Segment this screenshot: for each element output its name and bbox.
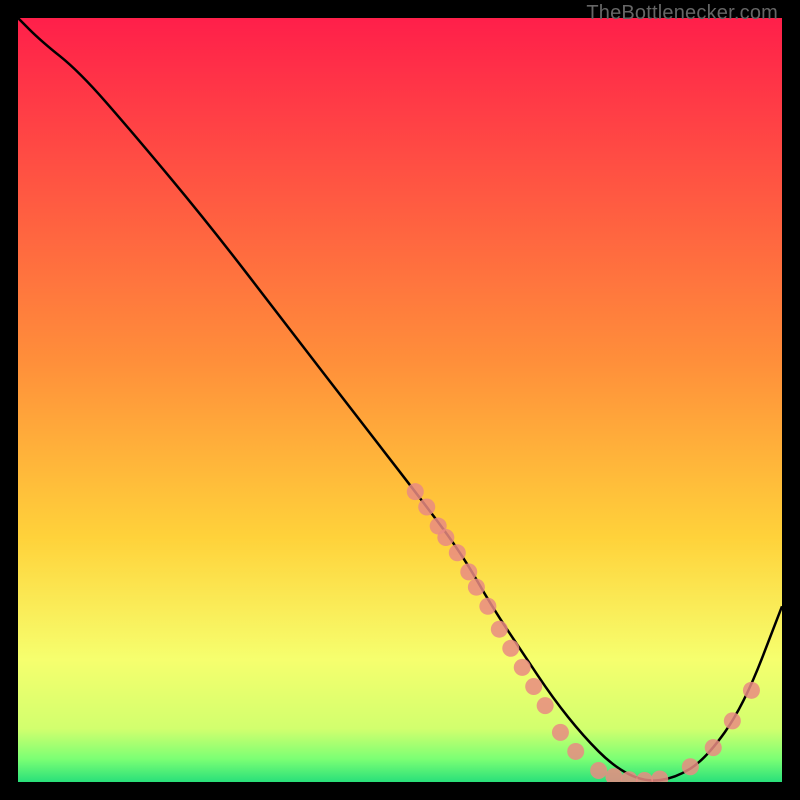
scatter-dot bbox=[590, 762, 607, 779]
scatter-dot bbox=[682, 758, 699, 775]
chart-frame bbox=[18, 18, 782, 782]
scatter-dot bbox=[502, 640, 519, 657]
scatter-dot bbox=[537, 697, 554, 714]
scatter-dot bbox=[491, 621, 508, 638]
scatter-dot bbox=[468, 579, 485, 596]
scatter-dot bbox=[525, 678, 542, 695]
scatter-dot bbox=[724, 712, 741, 729]
scatter-dot bbox=[552, 724, 569, 741]
scatter-dot bbox=[705, 739, 722, 756]
scatter-dot bbox=[437, 529, 454, 546]
scatter-dot bbox=[407, 483, 424, 500]
scatter-dot bbox=[460, 563, 477, 580]
scatter-dot bbox=[418, 498, 435, 515]
scatter-dot bbox=[743, 682, 760, 699]
scatter-dot bbox=[514, 659, 531, 676]
scatter-dot bbox=[479, 598, 496, 615]
chart-svg bbox=[18, 18, 782, 782]
scatter-dot bbox=[567, 743, 584, 760]
scatter-dot bbox=[449, 544, 466, 561]
